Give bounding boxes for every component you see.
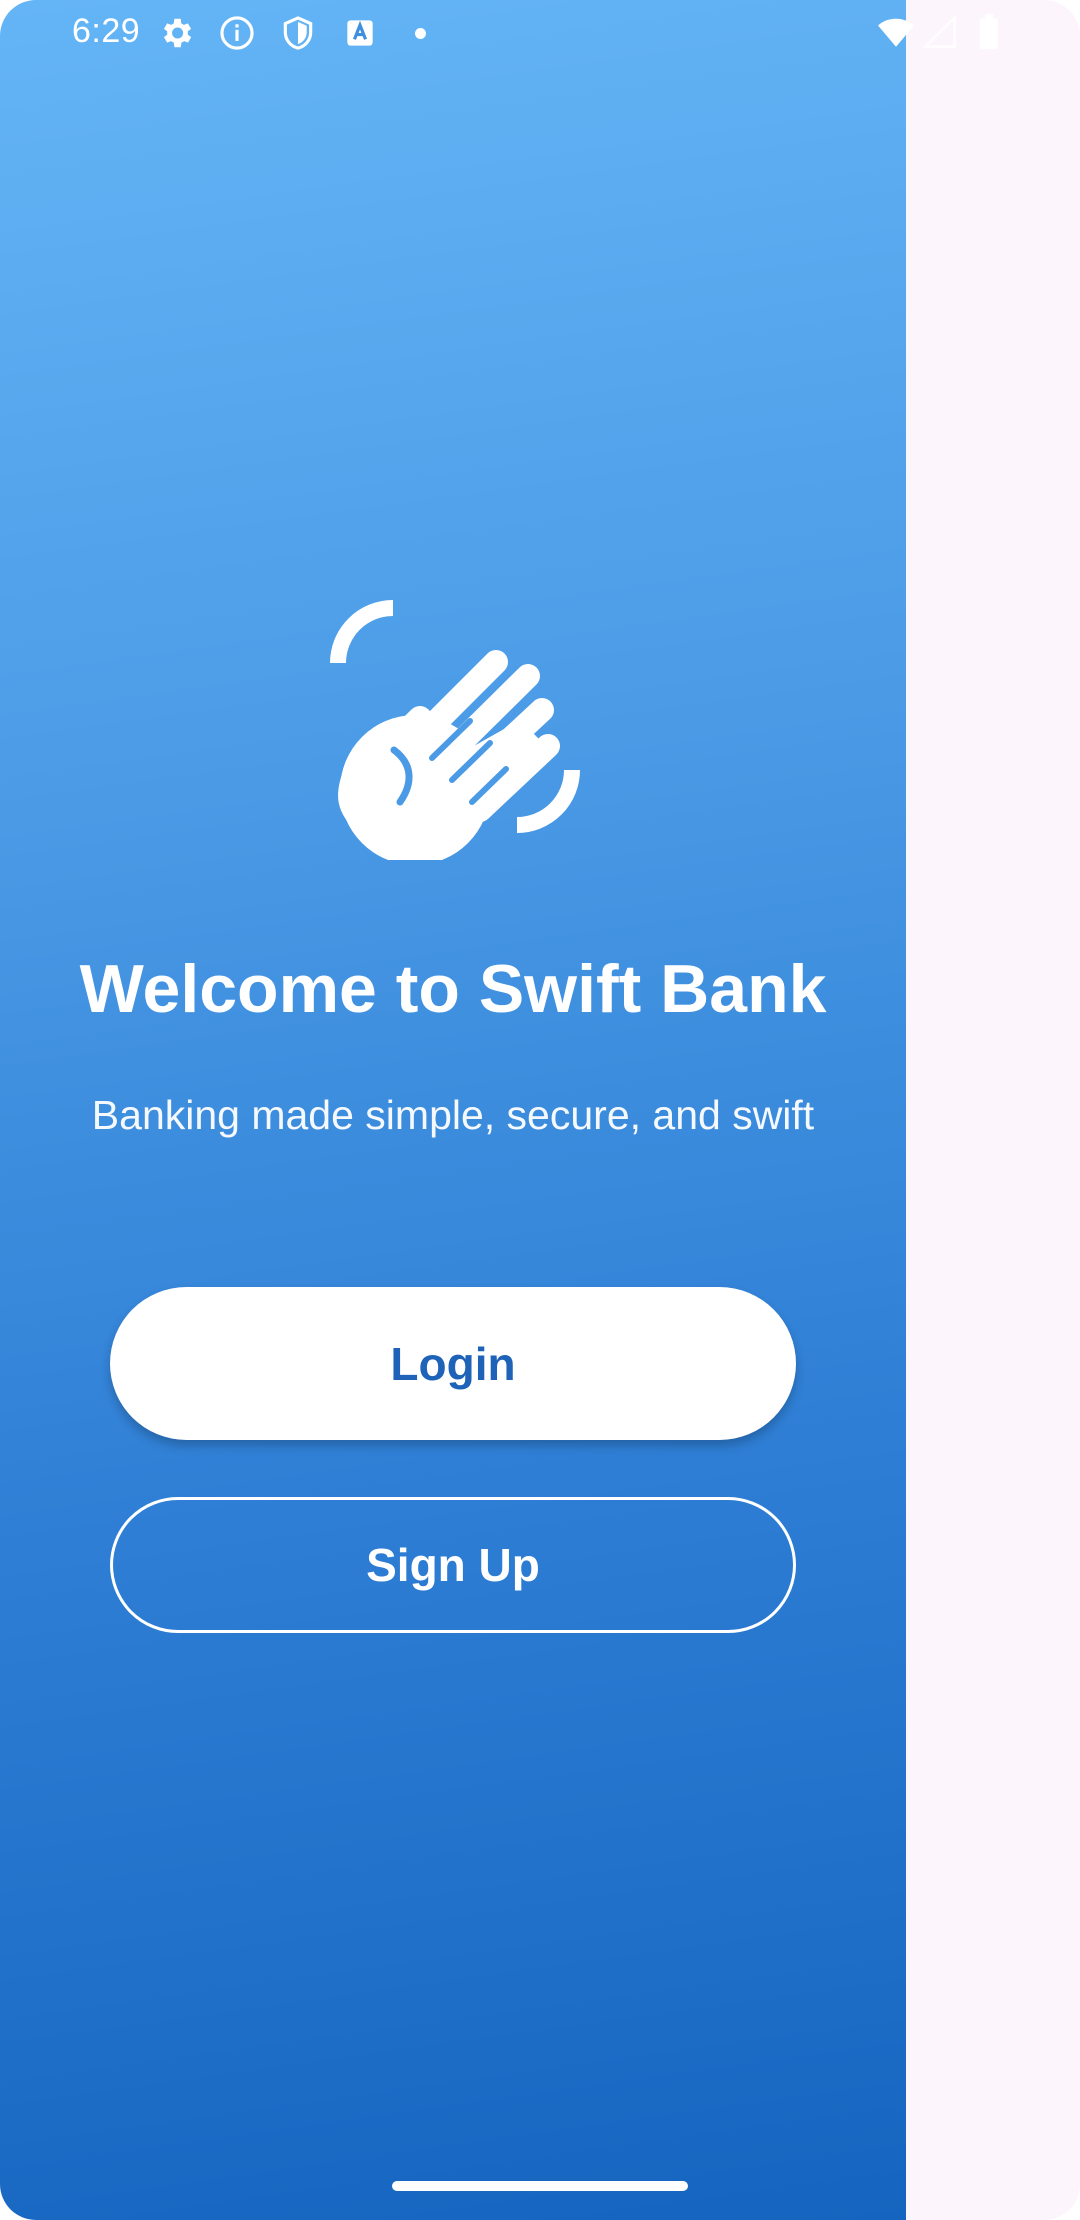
text-a-icon <box>347 20 373 46</box>
status-bar: 6:29 <box>0 0 1080 64</box>
settings-icon <box>163 18 192 48</box>
welcome-screen: Welcome to Swift Bank Banking made simpl… <box>0 0 1080 2220</box>
status-time: 6:29 <box>72 12 141 50</box>
shield-icon <box>283 16 313 50</box>
welcome-subtitle: Banking made simple, secure, and swift <box>91 1092 815 1138</box>
signup-button[interactable]: Sign Up <box>110 1497 796 1633</box>
info-icon <box>220 16 254 50</box>
signal-icon <box>922 14 957 49</box>
wifi-icon <box>878 18 914 47</box>
waving-hand-icon <box>330 600 580 860</box>
side-panel <box>906 0 1080 2220</box>
welcome-title: Welcome to Swift Bank <box>79 951 827 1027</box>
home-indicator[interactable] <box>392 2181 688 2191</box>
battery-icon <box>980 14 998 50</box>
notification-dot <box>415 28 426 39</box>
login-button[interactable]: Login <box>110 1287 796 1440</box>
app-panel: Welcome to Swift Bank Banking made simpl… <box>0 0 906 2220</box>
